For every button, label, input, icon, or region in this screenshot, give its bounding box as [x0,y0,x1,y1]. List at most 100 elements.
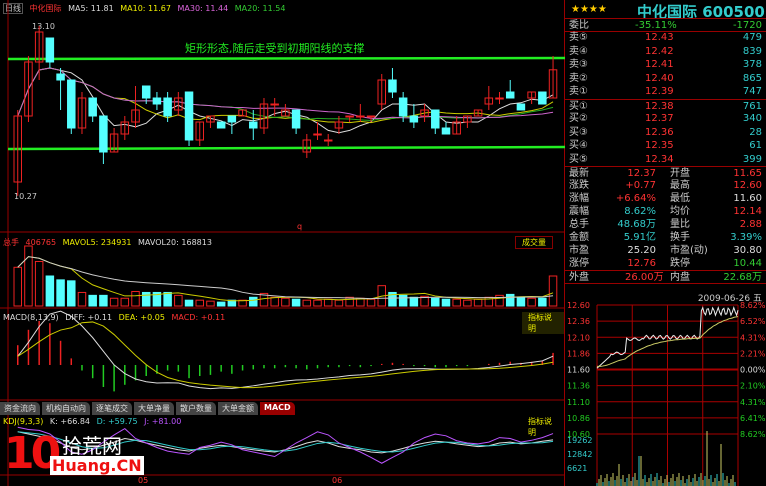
candle-body [163,97,172,117]
candle-body [141,85,151,99]
volume-bar [184,299,194,307]
volume-bar [45,275,55,307]
mavol20-value: MAVOL20: 168813 [138,238,212,247]
diff-line [17,310,554,390]
intraday-chart[interactable]: 12.60 12.36 12.10 11.86 11.60 11.36 11.10 10.86… [565,0,766,486]
intraday-price-tick: 12.36 [567,317,590,326]
intraday-price-tick: 10.86 [567,414,590,423]
intraday-volume-tick: 19262 [567,436,592,445]
volume-bar [548,275,558,307]
k-value: K: +66.84 [49,417,91,426]
tab-big-net[interactable]: 大单净量 [134,402,174,415]
volume-header: 总手 406765 MAVOL5: 234931 MAVOL20: 168813 [3,237,216,248]
ma5-line [17,67,554,134]
candle-body [184,91,194,141]
tab-big-amount[interactable]: 大单金额 [218,402,258,415]
tab-institution[interactable]: 机构自动向 [42,402,90,415]
candle-body [398,97,408,117]
intraday-price-tick: 12.10 [567,333,590,342]
candle-body [388,79,397,93]
volume-bar [281,297,290,307]
volume-bar [313,299,322,307]
candle-body [291,109,301,129]
volume-bar [99,294,108,307]
volume-bar [163,291,172,307]
candle-body [88,97,97,117]
intraday-price-tick: 12.60 [567,301,590,310]
candle-body [67,79,76,129]
intraday-pct-tick: 2.21% [740,349,766,358]
volume-bar [56,279,65,307]
candle-body [505,91,515,99]
intraday-pct-tick: 8.62% [740,430,766,439]
candle-body [441,127,451,135]
volume-bar [67,280,76,307]
tab-retail-count[interactable]: 散户数量 [176,402,216,415]
macd-help-button[interactable]: 指标说明 [522,312,564,334]
volume-bar [398,294,408,307]
date-tick-06: 06 [332,476,343,485]
mavol5-value: MAVOL5: 234931 [62,238,132,247]
volume-bar [345,296,354,307]
intraday-pct-tick: 8.62% [740,301,766,310]
volume-bar [463,299,472,307]
volume-bar [249,296,258,307]
candle-body [356,115,365,118]
candle-body [99,115,108,153]
support-line [7,145,565,151]
volume-bar [195,299,204,307]
intraday-price-tick: 11.10 [567,398,590,407]
dea-value: DEA: +0.05 [118,313,165,322]
volume-bar [473,298,483,307]
tab-funds-flow[interactable]: 资金流向 [0,402,40,415]
intraday-pct-tick: 6.41% [740,414,766,423]
kdj-help-button[interactable]: 指标说明 [522,416,564,438]
volume-bar [120,297,130,307]
volume-bar [334,299,344,307]
volume-value: 406765 [25,238,57,247]
intraday-pct-tick: 4.31% [740,398,766,407]
quote-panel: ★★★★ 中化国际 600500 委比 -35.11% -1720 卖⑤ 12.4… [565,0,766,486]
diff-value: DIFF: +0.11 [65,313,113,322]
volume-bar [109,297,119,307]
volume-bar [270,296,279,307]
intraday-pct-tick: 4.31% [740,333,766,342]
candle-body [216,121,226,129]
volume-bar [431,297,440,307]
tab-macd[interactable]: MACD [260,402,295,415]
watermark-cn: 拾荒网 [62,434,122,458]
kline-panel[interactable]: 日线 中化国际 MA5: 11.81 MA10: 11.67 MA30: 11.… [0,0,565,486]
candle-body [538,91,547,105]
candle-body [249,121,258,129]
volume-bar [505,293,515,307]
d-value: D: +59.75 [96,417,138,426]
intraday-pct-tick: 2.10% [740,382,766,391]
tab-tick-trades[interactable]: 逐笔成交 [92,402,132,415]
candle-body [345,115,354,118]
volume-bar [24,245,33,307]
volume-bar [141,291,151,307]
macd-label: MACD(8,13,9) [3,313,59,322]
j-value: J: +81.00 [144,417,182,426]
intraday-price-tick: 11.60 [567,366,590,375]
volume-bar [441,298,451,307]
volume-bar [216,301,226,307]
volume-bar [131,290,140,307]
volume-indicator-button[interactable]: 成交量 [515,236,553,249]
kdj-header: KDJ(9,3,3) K: +66.84 D: +59.75 J: +81.00 [3,417,185,426]
volume-bar [527,297,536,307]
dea-line [17,321,554,389]
candle-body [313,133,322,136]
volume-bar [323,298,333,307]
candle-body [409,115,419,123]
intraday-pct-tick: 0.00% [740,366,766,375]
candle-body [516,103,526,111]
volume-bar [206,300,215,307]
candle-body [227,115,237,123]
intraday-pct-tick: 6.52% [740,317,766,326]
volume-bar [88,294,97,307]
macd-header: MACD(8,13,9) DIFF: +0.11 DEA: +0.05 MACD… [3,313,229,322]
watermark-logo: 10 拾荒网 Huang.CN [4,430,144,482]
volume-bar [174,294,183,307]
mavol20-line [17,256,554,300]
